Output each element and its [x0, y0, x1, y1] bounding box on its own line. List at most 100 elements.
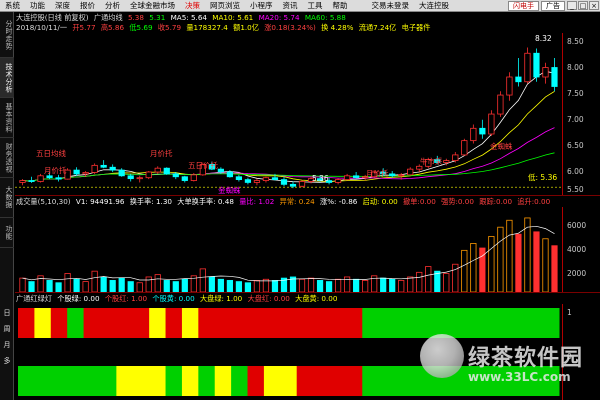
menu-item-quote[interactable]: 报价 [75, 0, 100, 12]
volume-bar [380, 277, 387, 292]
ad-button[interactable]: 广告 [541, 0, 565, 11]
menu-item-decision[interactable]: 决策 [180, 0, 205, 12]
value-2: 5.31 [149, 13, 166, 22]
stock-light-segment [99, 308, 117, 338]
volume-bar [434, 270, 441, 292]
candle-body [551, 67, 558, 87]
candle-body [181, 176, 188, 181]
volume-bar [55, 282, 62, 292]
volume-bar [100, 276, 107, 292]
volume-bar [19, 277, 26, 292]
candle-body [262, 177, 270, 181]
tab-big-data[interactable]: 大数据 [0, 178, 14, 218]
volume-bar [64, 273, 71, 292]
menu-item-system[interactable]: 系统 [0, 0, 25, 12]
tab-technical[interactable]: 技术分析 [0, 58, 14, 98]
market-light-segment [296, 366, 314, 396]
candle-body [37, 175, 44, 182]
login-status[interactable]: 交易未登录 [367, 0, 415, 12]
candle-body [497, 94, 504, 115]
menu-bar: 系统 功能 深度 报价 分析 全球金融市场 决策 网页浏览 小程序 资讯 工具 … [0, 0, 600, 12]
volume-bar [127, 281, 134, 292]
close-icon[interactable]: × [589, 1, 599, 10]
volume-bar [172, 281, 179, 292]
market-light-segment [83, 366, 101, 396]
tab-basic-info[interactable]: 基本资料 [0, 98, 14, 138]
candle-body [280, 179, 288, 185]
candle-body [344, 175, 351, 181]
candle-body [533, 52, 540, 78]
market-light-segment [345, 366, 363, 396]
candle-body [298, 181, 306, 187]
volume-bar [73, 278, 80, 292]
sector-tag: 电子器件 [401, 23, 431, 32]
candle-body [470, 127, 477, 142]
stock-green-value: 个股绿: 0.00 [57, 294, 100, 303]
period-week[interactable]: 周 [2, 324, 12, 334]
market-light-segment [231, 366, 249, 396]
stock-red-value: 个股红: 1.00 [104, 294, 148, 303]
menu-item-function[interactable]: 功能 [25, 0, 50, 12]
watermark-url: www.33LC.com [468, 370, 571, 384]
maximize-icon[interactable]: □ [578, 1, 588, 10]
menu-item-tools[interactable]: 工具 [303, 0, 328, 12]
candle-body [542, 67, 549, 78]
market-light-segment [378, 366, 396, 396]
market-light-segment [34, 366, 52, 396]
candle-body [488, 113, 495, 135]
candle-body [118, 169, 125, 177]
volume-bar [362, 280, 369, 292]
menu-item-depth[interactable]: 深度 [50, 0, 75, 12]
stock-light-segment [263, 308, 281, 338]
stock-light-segment [83, 308, 101, 338]
market-light-segment [181, 366, 199, 396]
menu-item-global-market[interactable]: 全球金融市场 [125, 0, 180, 12]
sub-info-line: 2018/10/11/一 开5.77 高5.86 低5.69 收5.79 量17… [16, 23, 433, 33]
tab-finance[interactable]: 财务透视 [0, 138, 14, 178]
volume-bar [325, 281, 333, 292]
open-price: 开5.77 [72, 23, 96, 32]
menu-item-mini-program[interactable]: 小程序 [245, 0, 278, 12]
period-month[interactable]: 月 [2, 340, 12, 350]
volume-bar [298, 278, 306, 292]
candle-body [154, 167, 161, 173]
tab-function[interactable]: 功能 [0, 218, 14, 248]
candle-body [145, 171, 152, 179]
minimize-icon[interactable]: _ [567, 1, 577, 10]
market-light-segment [263, 366, 281, 396]
candle-body [127, 175, 134, 180]
band-tick: 1 [567, 308, 572, 317]
market-light-segment [116, 366, 134, 396]
amount-value: 额1.0亿 [233, 23, 259, 32]
market-green-value: 大盘绿: 1.00 [199, 294, 243, 303]
candle-body [82, 172, 89, 175]
stock-light-segment [296, 308, 314, 338]
candle-body [515, 76, 522, 83]
tab-intraday[interactable]: 分时走势 [0, 12, 14, 58]
candle-body [91, 164, 98, 173]
candle-body [172, 173, 179, 178]
menu-item-help[interactable]: 帮助 [328, 0, 353, 12]
menu-item-web-browse[interactable]: 网页浏览 [205, 0, 245, 12]
candle-body [226, 171, 233, 178]
stock-light-segment [34, 308, 52, 338]
volume-bar [425, 266, 432, 292]
period-day[interactable]: 日 [2, 308, 12, 318]
candle-body [217, 168, 224, 173]
quick-button[interactable]: 闪电手 [508, 0, 539, 11]
candle-body [19, 180, 26, 183]
candle-body [452, 154, 459, 162]
menu-item-analysis[interactable]: 分析 [100, 0, 125, 12]
period-multi[interactable]: 多 [2, 356, 12, 366]
price-tick: 8.00 [567, 63, 584, 72]
market-light-segment [313, 366, 330, 396]
volume-bar [46, 280, 53, 292]
stock-light-segment [378, 308, 396, 338]
market-light-segment [149, 366, 167, 396]
candle-body [479, 127, 486, 135]
menu-item-news[interactable]: 资讯 [278, 0, 303, 12]
anno-five-day-support: 五日价托 [188, 161, 218, 170]
stock-light-segment [149, 308, 167, 338]
candle-body [28, 180, 35, 182]
volume-bar [407, 276, 414, 292]
